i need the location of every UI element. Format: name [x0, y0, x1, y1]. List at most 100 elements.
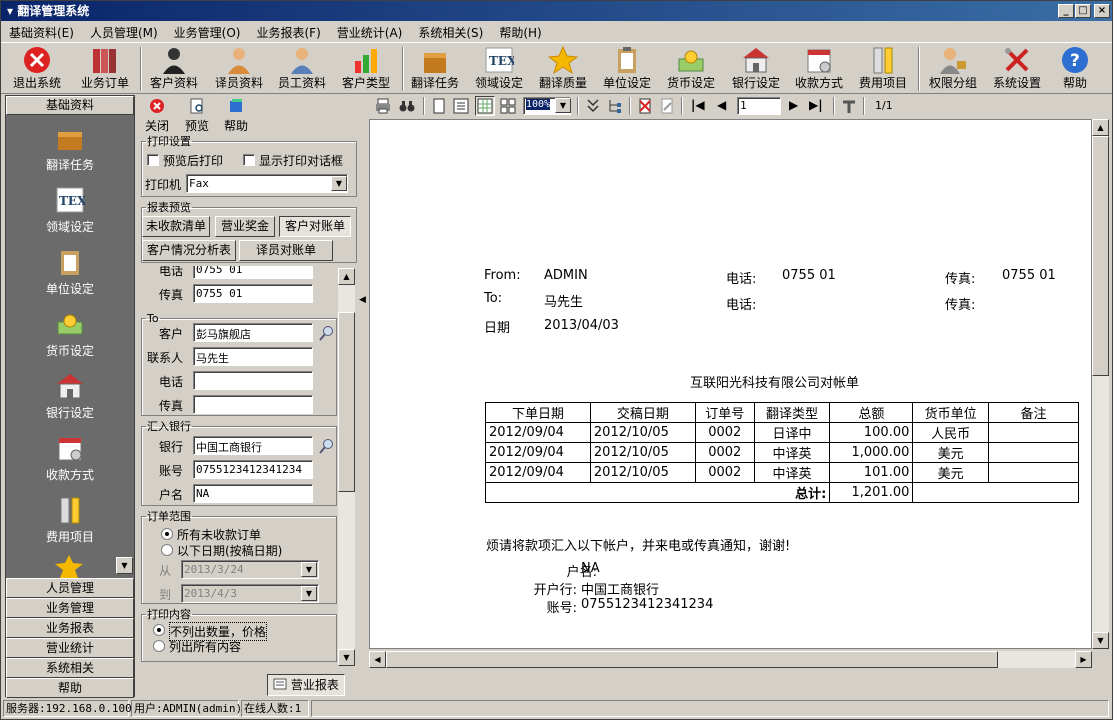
chevron-down-icon[interactable]: ▼: [331, 176, 347, 191]
four-pages-icon[interactable]: [500, 98, 516, 114]
nav-item-expense-items[interactable]: 费用项目: [6, 487, 134, 549]
to-fax-input[interactable]: [193, 395, 313, 414]
business-bonus-button[interactable]: 营业奖金: [215, 216, 275, 237]
to-phone-input[interactable]: [193, 371, 313, 390]
panel-scrollbar[interactable]: ▲ ▼: [338, 268, 355, 666]
contact-input[interactable]: 马先生: [193, 347, 313, 366]
menu-basic[interactable]: 基础资料(E): [1, 22, 82, 43]
from-fax-input[interactable]: 0755 01: [193, 284, 313, 303]
currency-button[interactable]: 货币设定: [663, 45, 719, 93]
scroll-up-icon[interactable]: ▲: [1092, 119, 1109, 136]
exit-button[interactable]: 退出系统: [9, 45, 65, 93]
chevron-down-icon[interactable]: ▼: [301, 562, 317, 577]
menu-statistics[interactable]: 营业统计(A): [329, 22, 411, 43]
preview-after-print-checkbox[interactable]: [147, 154, 159, 166]
to-date-picker[interactable]: 2013/4/3: [181, 584, 319, 603]
search-icon[interactable]: [319, 325, 335, 341]
from-date-picker[interactable]: 2013/3/24: [181, 560, 319, 579]
system-settings-button[interactable]: 系统设置: [989, 45, 1045, 93]
page-number-input[interactable]: 1: [737, 97, 781, 115]
orders-button[interactable]: 业务订单: [77, 45, 133, 93]
nav-item-currency[interactable]: 货币设定: [6, 301, 134, 363]
printer-select[interactable]: Fax: [186, 174, 348, 193]
chevron-down-icon[interactable]: ▼: [301, 586, 317, 601]
payment-methods-button[interactable]: 收款方式: [791, 45, 847, 93]
bank-input[interactable]: 中国工商银行: [193, 436, 313, 455]
maximize-button[interactable]: □: [1075, 4, 1091, 18]
nav-group-reports[interactable]: 业务报表: [6, 618, 134, 638]
holder-input[interactable]: NA: [193, 484, 313, 503]
employees-button[interactable]: 员工资料: [274, 45, 330, 93]
domains-button[interactable]: TEX 领域设定: [471, 45, 527, 93]
scroll-thumb[interactable]: [386, 651, 998, 668]
scroll-thumb[interactable]: [338, 312, 355, 492]
first-page-icon[interactable]: |◀: [691, 98, 705, 112]
customer-types-button[interactable]: 客户类型: [338, 45, 394, 93]
customer-statement-button[interactable]: 客户对账单: [279, 216, 351, 237]
units-button[interactable]: 单位设定: [599, 45, 655, 93]
from-phone-input[interactable]: 0755 01: [193, 266, 313, 279]
chevron-left-icon[interactable]: ◀: [359, 295, 366, 305]
menu-business[interactable]: 业务管理(O): [166, 22, 249, 43]
customer-input[interactable]: 彭马旗舰店: [193, 323, 313, 342]
nav-scroll-down[interactable]: ▼: [116, 557, 133, 574]
menu-staff[interactable]: 人员管理(M): [82, 22, 166, 43]
edit-page-icon[interactable]: [659, 98, 675, 114]
by-date-radio[interactable]: [161, 544, 173, 556]
customers-button[interactable]: 客户资料: [146, 45, 202, 93]
nav-group-statistics[interactable]: 营业统计: [6, 638, 134, 658]
unpaid-list-button[interactable]: 未收款清单: [142, 216, 210, 237]
preview-vscrollbar[interactable]: ▲ ▼: [1092, 119, 1109, 649]
banks-button[interactable]: 银行设定: [728, 45, 784, 93]
settings-tool-icon[interactable]: [841, 98, 857, 114]
page-width-icon[interactable]: [453, 98, 469, 114]
menu-system[interactable]: 系统相关(S): [410, 22, 491, 43]
chevron-down-icon[interactable]: ▼: [555, 98, 571, 113]
next-page-icon[interactable]: ▶: [789, 98, 798, 112]
nav-header-basic[interactable]: 基础资料: [6, 96, 134, 115]
preview-button[interactable]: 预览: [181, 98, 213, 134]
last-page-icon[interactable]: ▶|: [809, 98, 823, 112]
no-qty-price-radio[interactable]: [153, 624, 165, 636]
close-window-button[interactable]: ×: [1094, 4, 1110, 18]
nav-group-system[interactable]: 系统相关: [6, 658, 134, 678]
nav-item-units[interactable]: 单位设定: [6, 239, 134, 301]
menu-help[interactable]: 帮助(H): [491, 22, 549, 43]
nav-group-business[interactable]: 业务管理: [6, 598, 134, 618]
binoculars-icon[interactable]: [399, 98, 415, 114]
scroll-down-icon[interactable]: ▼: [1092, 632, 1109, 649]
menu-reports[interactable]: 业务报表(F): [248, 22, 328, 43]
all-content-radio[interactable]: [153, 640, 165, 652]
search-icon[interactable]: [319, 438, 335, 454]
show-print-dialog-checkbox[interactable]: [243, 154, 255, 166]
nav-item-payment-methods[interactable]: 收款方式: [6, 425, 134, 487]
task-tab-business-reports[interactable]: 营业报表: [267, 674, 345, 696]
panel-help-button[interactable]: 帮助: [219, 98, 253, 134]
close-panel-button[interactable]: 关闭: [141, 98, 173, 134]
tasks-button[interactable]: 翻译任务: [407, 45, 463, 93]
help-button[interactable]: ? 帮助: [1053, 45, 1097, 93]
translators-button[interactable]: 译员资料: [211, 45, 267, 93]
scroll-down-icon[interactable]: ▼: [338, 649, 355, 666]
quality-button[interactable]: 翻译质量: [535, 45, 591, 93]
whole-page-icon[interactable]: [431, 98, 447, 114]
page-setup-icon[interactable]: [585, 98, 601, 114]
scroll-up-icon[interactable]: ▲: [338, 268, 355, 285]
expense-items-button[interactable]: 费用项目: [855, 45, 911, 93]
translator-statement-button[interactable]: 译员对账单: [239, 240, 333, 261]
printer-icon[interactable]: [375, 98, 391, 114]
account-input[interactable]: 0755123412341234: [193, 460, 313, 479]
multi-page-button[interactable]: [475, 96, 495, 116]
permission-groups-button[interactable]: 权限分组: [925, 45, 981, 93]
scroll-left-icon[interactable]: ◀: [369, 651, 386, 668]
nav-item-banks[interactable]: 银行设定: [6, 363, 134, 425]
tree-icon[interactable]: [607, 98, 623, 114]
nav-group-staff[interactable]: 人员管理: [6, 578, 134, 598]
preview-hscrollbar[interactable]: ◀ ▶: [369, 651, 1092, 668]
nav-item-tasks[interactable]: 翻译任务: [6, 115, 134, 177]
prev-page-icon[interactable]: ◀: [717, 98, 726, 112]
delete-page-icon[interactable]: [637, 98, 653, 114]
scroll-thumb[interactable]: [1092, 136, 1109, 376]
scroll-right-icon[interactable]: ▶: [1075, 651, 1092, 668]
minimize-button[interactable]: _: [1058, 4, 1074, 18]
